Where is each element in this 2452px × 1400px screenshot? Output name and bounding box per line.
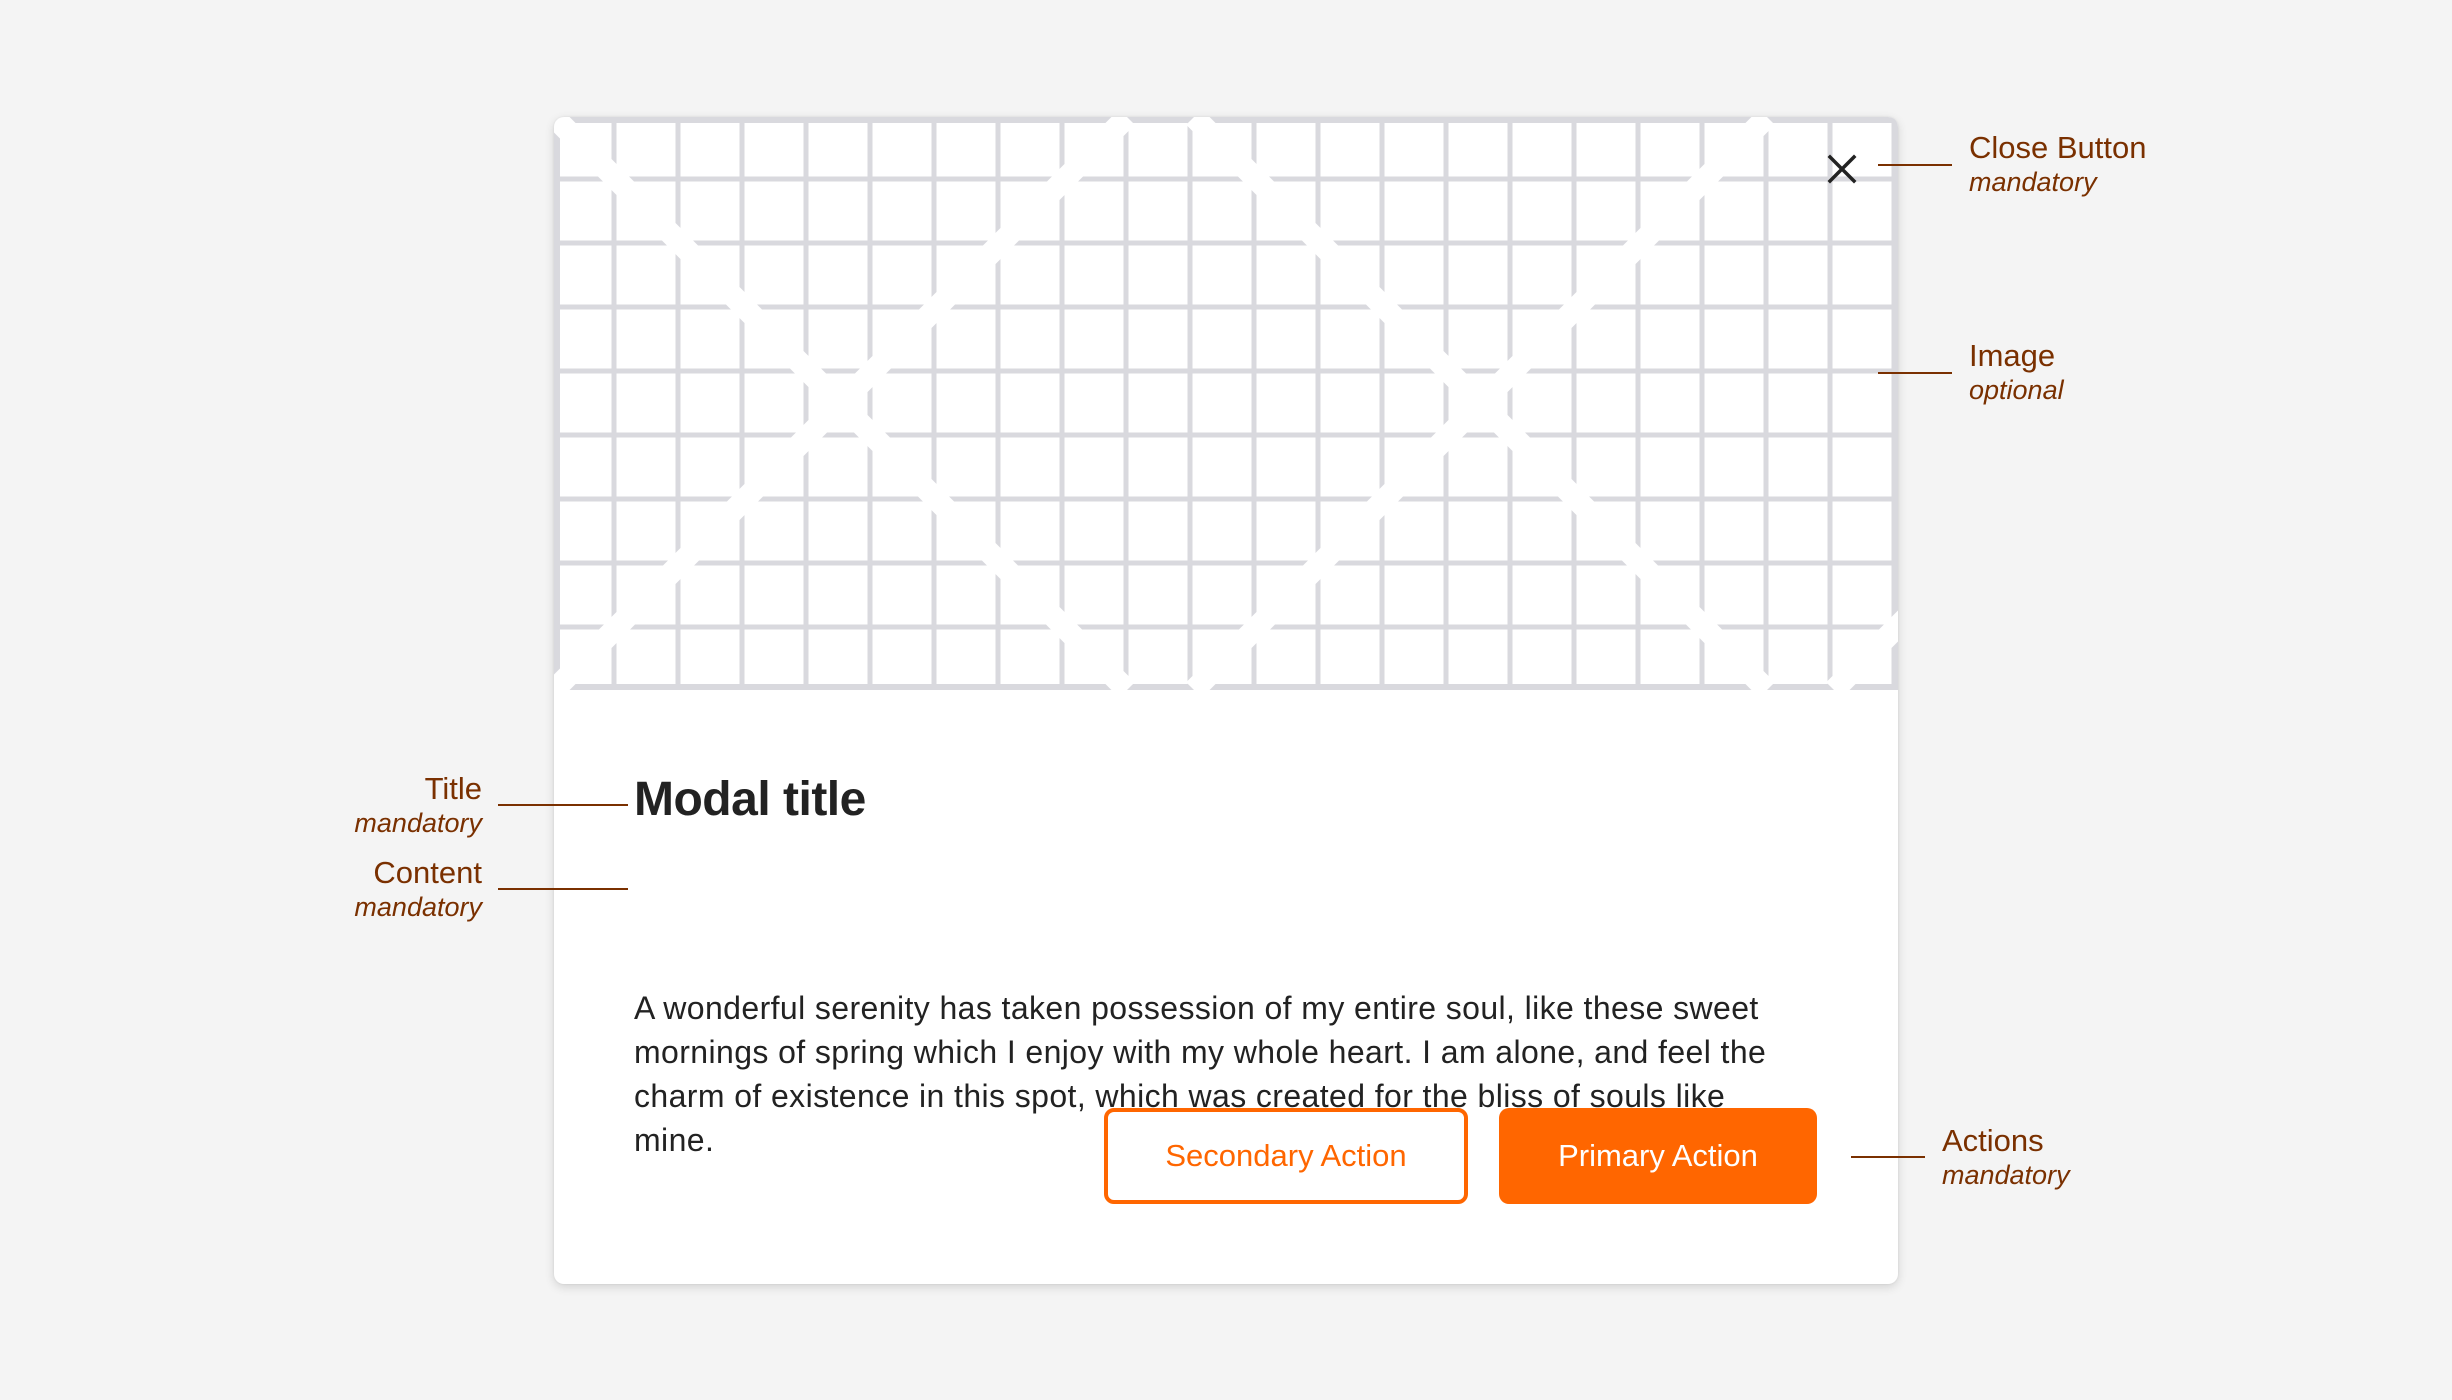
- annotation-requirement: mandatory: [1969, 167, 2097, 197]
- content-annotation-connector: [498, 888, 628, 890]
- modal-content-line: mornings of spring which I enjoy with my…: [634, 1034, 1767, 1070]
- placeholder-diagonals: [554, 117, 1898, 690]
- annotation-requirement: mandatory: [354, 892, 482, 922]
- close-button-annotation: Close Button mandatory: [1969, 130, 2147, 198]
- modal-content-line: A wonderful serenity has taken possessio…: [634, 990, 1759, 1026]
- secondary-action-button[interactable]: Secondary Action: [1104, 1108, 1468, 1204]
- annotation-label: Title: [424, 771, 482, 806]
- actions-annotation: Actions mandatory: [1942, 1123, 2070, 1191]
- primary-action-button[interactable]: Primary Action: [1499, 1108, 1817, 1204]
- close-button[interactable]: [1820, 147, 1864, 191]
- annotation-requirement: mandatory: [354, 808, 482, 838]
- modal-dialog: Modal title A wonderful serenity has tak…: [554, 117, 1898, 1284]
- spec-sheet: Modal title A wonderful serenity has tak…: [0, 0, 2452, 1400]
- annotation-label: Image: [1969, 338, 2056, 373]
- image-annotation-connector: [1878, 372, 1952, 374]
- actions-annotation-connector: [1851, 1156, 1925, 1158]
- title-annotation-connector: [498, 804, 628, 806]
- content-annotation: Content mandatory: [300, 855, 482, 923]
- modal-image-placeholder: [554, 117, 1898, 690]
- annotation-label: Content: [373, 855, 482, 890]
- title-annotation: Title mandatory: [300, 771, 482, 839]
- close-icon: [1827, 154, 1857, 184]
- image-placeholder-graphic: [554, 117, 1898, 690]
- annotation-label: Close Button: [1969, 130, 2147, 165]
- annotation-requirement: mandatory: [1942, 1160, 2070, 1190]
- annotation-requirement: optional: [1969, 375, 2064, 405]
- annotation-label: Actions: [1942, 1123, 2044, 1158]
- close-button-annotation-connector: [1878, 164, 1952, 166]
- placeholder-diagonal: [1826, 610, 1898, 690]
- image-annotation: Image optional: [1969, 338, 2064, 406]
- modal-title: Modal title: [634, 773, 866, 826]
